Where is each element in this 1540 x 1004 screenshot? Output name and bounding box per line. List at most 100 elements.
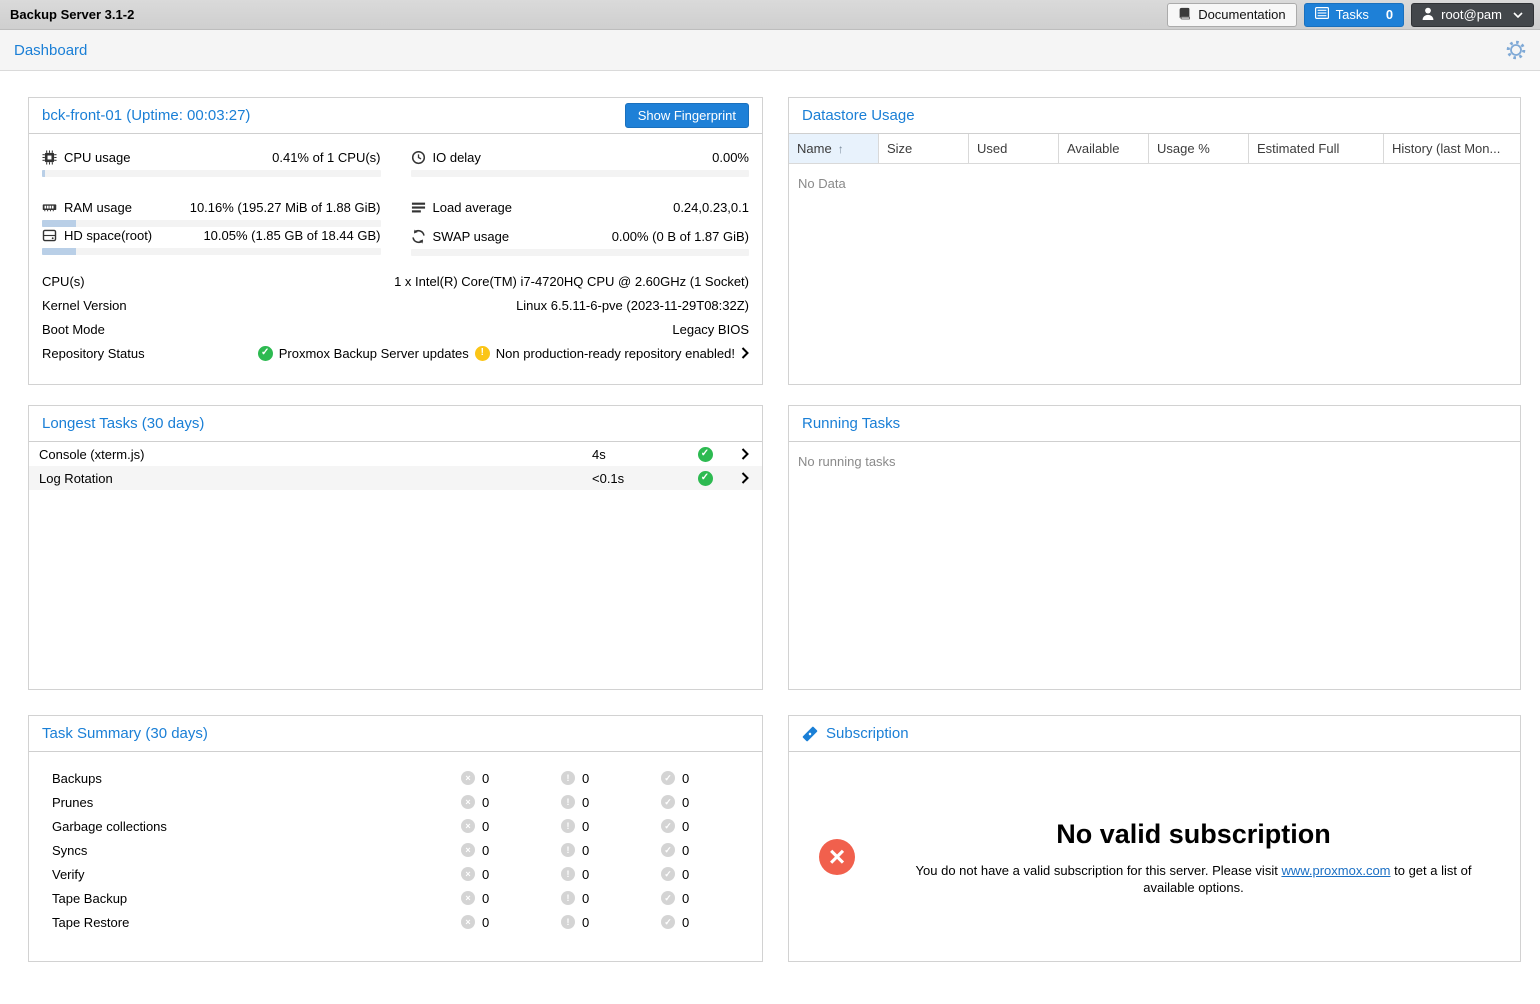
- check-icon: ✓: [661, 795, 675, 809]
- ok-count-cell[interactable]: ✓0: [661, 819, 761, 834]
- column-header-usage-pct[interactable]: Usage %: [1149, 134, 1249, 163]
- ok-count: 0: [682, 771, 689, 786]
- error-count: 0: [482, 843, 489, 858]
- column-header-available[interactable]: Available: [1059, 134, 1149, 163]
- ok-count-cell[interactable]: ✓0: [661, 891, 761, 906]
- running-tasks-panel: Running Tasks No running tasks: [788, 405, 1521, 690]
- warning-count: 0: [582, 771, 589, 786]
- list-item: Tape Restore ×0 !0 ✓0: [29, 910, 762, 934]
- cpu-usage-bar-fill: [42, 170, 45, 177]
- cpus-value: 1 x Intel(R) Core(TM) i7-4720HQ CPU @ 2.…: [394, 274, 749, 289]
- ram-usage-label: RAM usage: [64, 200, 132, 215]
- documentation-button[interactable]: Documentation: [1167, 3, 1296, 27]
- longest-tasks-list: Console (xterm.js) 4s ✓ Log Rotation <0.…: [29, 442, 762, 490]
- error-icon: ×: [461, 843, 475, 857]
- datastore-table-header: Name ↑ Size Used Available Usage % Estim…: [789, 134, 1520, 164]
- warning-count: 0: [582, 795, 589, 810]
- warning-count-cell[interactable]: !0: [561, 771, 661, 786]
- user-icon: [1422, 7, 1434, 23]
- show-fingerprint-button[interactable]: Show Fingerprint: [625, 103, 749, 128]
- check-circle-icon: ✓: [698, 471, 713, 486]
- proxmox-link[interactable]: www.proxmox.com: [1281, 863, 1390, 878]
- kernel-version-label: Kernel Version: [42, 298, 127, 313]
- warning-count-cell[interactable]: !0: [561, 915, 661, 930]
- io-delay-stat: IO delay 0.00%: [411, 150, 750, 177]
- running-tasks-empty-text: No running tasks: [789, 442, 1520, 481]
- hd-space-label: HD space(root): [64, 228, 152, 243]
- warning-count-cell[interactable]: !0: [561, 795, 661, 810]
- warning-circle-icon: !: [475, 346, 490, 361]
- task-type-label: Verify: [29, 867, 461, 882]
- task-summary-panel: Task Summary (30 days) Backups ×0 !0 ✓0 …: [28, 715, 763, 962]
- column-header-name[interactable]: Name ↑: [789, 134, 879, 163]
- task-duration: <0.1s: [592, 471, 682, 486]
- error-count-cell[interactable]: ×0: [461, 867, 561, 882]
- ok-count: 0: [682, 843, 689, 858]
- repository-warning-text: Non production-ready repository enabled!: [496, 346, 735, 361]
- ok-count-cell[interactable]: ✓0: [661, 771, 761, 786]
- error-count-cell[interactable]: ×0: [461, 915, 561, 930]
- swap-usage-bar: [411, 249, 750, 256]
- cpu-usage-value: 0.41% of 1 CPU(s): [272, 150, 380, 165]
- table-row: Log Rotation <0.1s ✓: [29, 466, 762, 490]
- ok-count: 0: [682, 891, 689, 906]
- sort-ascending-icon: ↑: [838, 142, 844, 156]
- chevron-right-icon[interactable]: [728, 472, 762, 484]
- check-circle-icon: ✓: [258, 346, 273, 361]
- error-count-cell[interactable]: ×0: [461, 819, 561, 834]
- column-header-used[interactable]: Used: [969, 134, 1059, 163]
- column-header-estimated-full[interactable]: Estimated Full: [1249, 134, 1384, 163]
- repository-ok-text: Proxmox Backup Server updates: [279, 346, 469, 361]
- node-panel-header: bck-front-01 (Uptime: 00:03:27) Show Fin…: [29, 98, 762, 134]
- repository-status-label: Repository Status: [42, 346, 145, 361]
- error-count-cell[interactable]: ×0: [461, 771, 561, 786]
- cpus-label: CPU(s): [42, 274, 85, 289]
- column-header-size[interactable]: Size: [879, 134, 969, 163]
- warning-count-cell[interactable]: !0: [561, 867, 661, 882]
- cpu-usage-stat: CPU usage 0.41% of 1 CPU(s): [42, 150, 381, 177]
- warning-count: 0: [582, 819, 589, 834]
- warning-count-cell[interactable]: !0: [561, 843, 661, 858]
- gear-icon[interactable]: [1506, 40, 1526, 60]
- hd-space-bar: [42, 248, 381, 255]
- io-delay-value: 0.00%: [712, 150, 749, 165]
- node-status-panel: bck-front-01 (Uptime: 00:03:27) Show Fin…: [28, 97, 763, 385]
- ram-usage-stat: RAM usage 10.16% (195.27 MiB of 1.88 GiB…: [42, 200, 381, 227]
- ticket-icon: [802, 726, 818, 742]
- cpu-usage-label: CPU usage: [64, 150, 130, 165]
- list-item: Garbage collections ×0 !0 ✓0: [29, 814, 762, 838]
- list-item: Tape Backup ×0 !0 ✓0: [29, 886, 762, 910]
- ok-count-cell[interactable]: ✓0: [661, 915, 761, 930]
- node-stats: CPU usage 0.41% of 1 CPU(s) RAM usage 10…: [29, 134, 762, 257]
- column-header-history[interactable]: History (last Mon...: [1384, 134, 1520, 163]
- ok-count-cell[interactable]: ✓0: [661, 843, 761, 858]
- warning-count-cell[interactable]: !0: [561, 891, 661, 906]
- tasks-button[interactable]: Tasks 0: [1304, 3, 1404, 27]
- check-icon: ✓: [661, 867, 675, 881]
- chevron-right-icon[interactable]: [728, 448, 762, 460]
- error-count-cell[interactable]: ×0: [461, 891, 561, 906]
- user-menu-button[interactable]: root@pam: [1411, 3, 1534, 27]
- cpus-row: CPU(s) 1 x Intel(R) Core(TM) i7-4720HQ C…: [42, 269, 749, 293]
- tasks-label: Tasks: [1336, 7, 1369, 22]
- task-summary-title: Task Summary (30 days): [42, 725, 208, 742]
- load-average-icon: [411, 200, 426, 215]
- boot-mode-row: Boot Mode Legacy BIOS: [42, 317, 749, 341]
- subscription-panel: Subscription × No valid subscription You…: [788, 715, 1521, 962]
- chevron-right-icon[interactable]: [741, 347, 749, 359]
- breadcrumb-bar: Dashboard: [0, 30, 1540, 71]
- warning-count-cell[interactable]: !0: [561, 819, 661, 834]
- task-summary-header: Task Summary (30 days): [29, 716, 762, 752]
- task-type-label: Garbage collections: [29, 819, 461, 834]
- ok-count-cell[interactable]: ✓0: [661, 867, 761, 882]
- task-list-icon: [1315, 7, 1329, 22]
- swap-usage-label: SWAP usage: [433, 229, 510, 244]
- error-count-cell[interactable]: ×0: [461, 795, 561, 810]
- ok-count-cell[interactable]: ✓0: [661, 795, 761, 810]
- task-summary-list: Backups ×0 !0 ✓0 Prunes ×0 !0 ✓0 Garbage…: [29, 752, 762, 934]
- hd-space-value: 10.05% (1.85 GB of 18.44 GB): [203, 228, 380, 243]
- check-icon: ✓: [661, 771, 675, 785]
- subscription-message: You do not have a valid subscription for…: [893, 862, 1494, 896]
- warning-icon: !: [561, 795, 575, 809]
- error-count-cell[interactable]: ×0: [461, 843, 561, 858]
